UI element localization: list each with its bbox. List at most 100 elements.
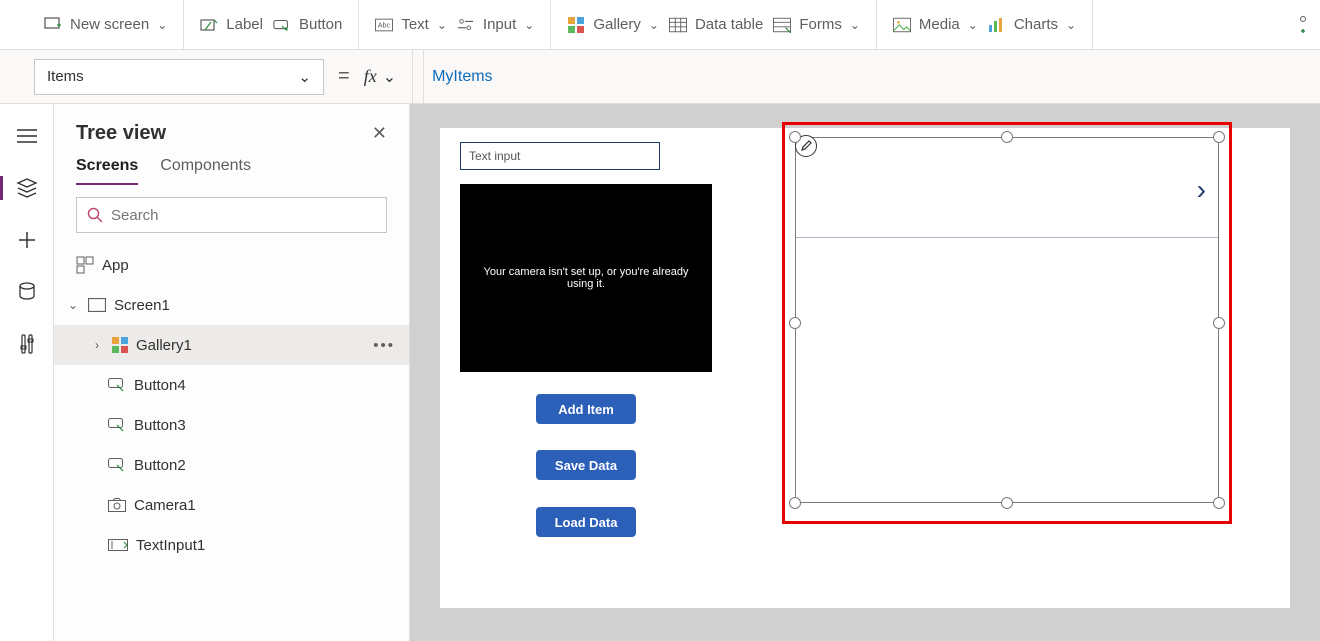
insert-text-button[interactable]: Abc Text ⌄ bbox=[375, 16, 447, 34]
expand-icon[interactable]: › bbox=[90, 338, 104, 352]
resize-handle[interactable] bbox=[1001, 497, 1013, 509]
insert-forms-button[interactable]: Forms ⌄ bbox=[773, 16, 860, 34]
tree-node-textinput1[interactable]: TextInput1 bbox=[54, 525, 409, 565]
chevron-down-icon: ⌄ bbox=[383, 67, 396, 87]
svg-text:Abc: Abc bbox=[378, 20, 391, 29]
formula-input[interactable]: MyItems bbox=[423, 50, 1286, 103]
tree-label: Button4 bbox=[134, 377, 186, 394]
text-input-placeholder: Text input bbox=[469, 149, 520, 163]
insert-label-button[interactable]: Label bbox=[200, 16, 263, 34]
resize-handle[interactable] bbox=[1213, 317, 1225, 329]
insert-label-text: Label bbox=[226, 16, 263, 33]
property-selector[interactable]: Items ⌄ bbox=[34, 59, 324, 95]
add-item-button[interactable]: Add Item bbox=[536, 394, 636, 424]
property-name: Items bbox=[47, 68, 84, 85]
chevron-down-icon: ⌄ bbox=[157, 18, 167, 32]
resize-handle[interactable] bbox=[1213, 131, 1225, 143]
insert-datatable-label: Data table bbox=[695, 16, 763, 33]
gallery-selection[interactable]: › bbox=[782, 122, 1232, 524]
tree-view-rail-button[interactable] bbox=[15, 176, 39, 200]
app-icon bbox=[76, 256, 94, 274]
collapse-icon[interactable]: ⌄ bbox=[66, 298, 80, 312]
button-icon bbox=[108, 458, 126, 472]
gallery-icon bbox=[112, 337, 128, 353]
tools-rail-button[interactable] bbox=[15, 332, 39, 356]
tree-view-title: Tree view bbox=[76, 122, 166, 145]
resize-handle[interactable] bbox=[1001, 131, 1013, 143]
tree-node-app[interactable]: App bbox=[54, 245, 409, 285]
data-rail-button[interactable] bbox=[15, 280, 39, 304]
chevron-down-icon: ⌄ bbox=[298, 68, 311, 86]
new-screen-button[interactable]: New screen ⌄ bbox=[44, 16, 167, 34]
more-menu-button[interactable]: ••• bbox=[373, 337, 395, 354]
label-icon bbox=[200, 16, 218, 34]
button-icon bbox=[273, 16, 291, 34]
tree-list: App ⌄ Screen1 › Gallery1 ••• bbox=[54, 245, 409, 641]
left-rail bbox=[0, 104, 54, 641]
camera-icon bbox=[108, 498, 126, 512]
ribbon-overflow-button[interactable] bbox=[1294, 16, 1320, 34]
save-data-button[interactable]: Save Data bbox=[536, 450, 636, 480]
insert-button-text: Button bbox=[299, 16, 342, 33]
tree-node-camera1[interactable]: Camera1 bbox=[54, 485, 409, 525]
insert-gallery-label: Gallery bbox=[593, 16, 641, 33]
button-icon bbox=[108, 418, 126, 432]
screen-icon bbox=[88, 298, 106, 312]
close-panel-button[interactable]: ✕ bbox=[372, 123, 387, 144]
tree-label: TextInput1 bbox=[136, 537, 205, 554]
resize-handle[interactable] bbox=[789, 497, 801, 509]
tree-node-screen1[interactable]: ⌄ Screen1 bbox=[54, 285, 409, 325]
gallery-icon bbox=[567, 16, 585, 34]
load-data-button[interactable]: Load Data bbox=[536, 507, 636, 537]
fx-icon: fx bbox=[364, 66, 377, 87]
tree-node-button2[interactable]: Button2 bbox=[54, 445, 409, 485]
gallery-control[interactable]: › bbox=[795, 137, 1219, 503]
hamburger-button[interactable] bbox=[15, 124, 39, 148]
screen-canvas[interactable]: Text input Your camera isn't set up, or … bbox=[440, 128, 1290, 608]
text-input-control[interactable]: Text input bbox=[460, 142, 660, 170]
insert-rail-button[interactable] bbox=[15, 228, 39, 252]
text-icon: Abc bbox=[375, 16, 393, 34]
insert-media-label: Media bbox=[919, 16, 960, 33]
insert-input-button[interactable]: Input ⌄ bbox=[457, 16, 534, 34]
screen-icon bbox=[44, 16, 62, 34]
tab-screens[interactable]: Screens bbox=[76, 157, 138, 185]
canvas-area: Text input Your camera isn't set up, or … bbox=[410, 104, 1320, 641]
insert-text-label: Text bbox=[401, 16, 429, 33]
input-icon bbox=[457, 16, 475, 34]
tree-node-button3[interactable]: Button3 bbox=[54, 405, 409, 445]
media-icon bbox=[893, 16, 911, 34]
tree-search[interactable] bbox=[76, 197, 387, 233]
textinput-icon bbox=[108, 539, 128, 551]
resize-handle[interactable] bbox=[789, 131, 801, 143]
formula-bar: Items ⌄ = fx ⌄ MyItems bbox=[0, 50, 1320, 104]
camera-control[interactable]: Your camera isn't set up, or you're alre… bbox=[460, 184, 712, 372]
chevron-right-icon[interactable]: › bbox=[1197, 174, 1206, 206]
tree-node-button4[interactable]: Button4 bbox=[54, 365, 409, 405]
insert-ribbon: New screen ⌄ Label Button Abc Text ⌄ bbox=[0, 0, 1320, 50]
resize-handle[interactable] bbox=[789, 317, 801, 329]
insert-input-label: Input bbox=[483, 16, 516, 33]
plus-icon bbox=[1294, 16, 1312, 34]
camera-message: Your camera isn't set up, or you're alre… bbox=[470, 266, 702, 290]
tree-node-gallery1[interactable]: › Gallery1 ••• bbox=[54, 325, 409, 365]
tree-label: Screen1 bbox=[114, 297, 170, 314]
charts-icon bbox=[988, 16, 1006, 34]
insert-gallery-button[interactable]: Gallery ⌄ bbox=[567, 16, 659, 34]
gallery-template-row[interactable]: › bbox=[796, 138, 1218, 238]
formula-value: MyItems bbox=[432, 68, 492, 86]
forms-icon bbox=[773, 16, 791, 34]
insert-button-button[interactable]: Button bbox=[273, 16, 342, 34]
insert-charts-button[interactable]: Charts ⌄ bbox=[988, 16, 1076, 34]
resize-handle[interactable] bbox=[1213, 497, 1225, 509]
search-input[interactable] bbox=[111, 207, 376, 224]
chevron-down-icon: ⌄ bbox=[1066, 18, 1076, 32]
fx-button[interactable]: fx ⌄ bbox=[364, 50, 413, 103]
tree-label: Camera1 bbox=[134, 497, 196, 514]
insert-datatable-button[interactable]: Data table bbox=[669, 16, 763, 34]
tree-label: Gallery1 bbox=[136, 337, 192, 354]
tree-label: App bbox=[102, 257, 129, 274]
insert-media-button[interactable]: Media ⌄ bbox=[893, 16, 978, 34]
tab-components[interactable]: Components bbox=[160, 157, 251, 185]
chevron-down-icon: ⌄ bbox=[649, 18, 659, 32]
